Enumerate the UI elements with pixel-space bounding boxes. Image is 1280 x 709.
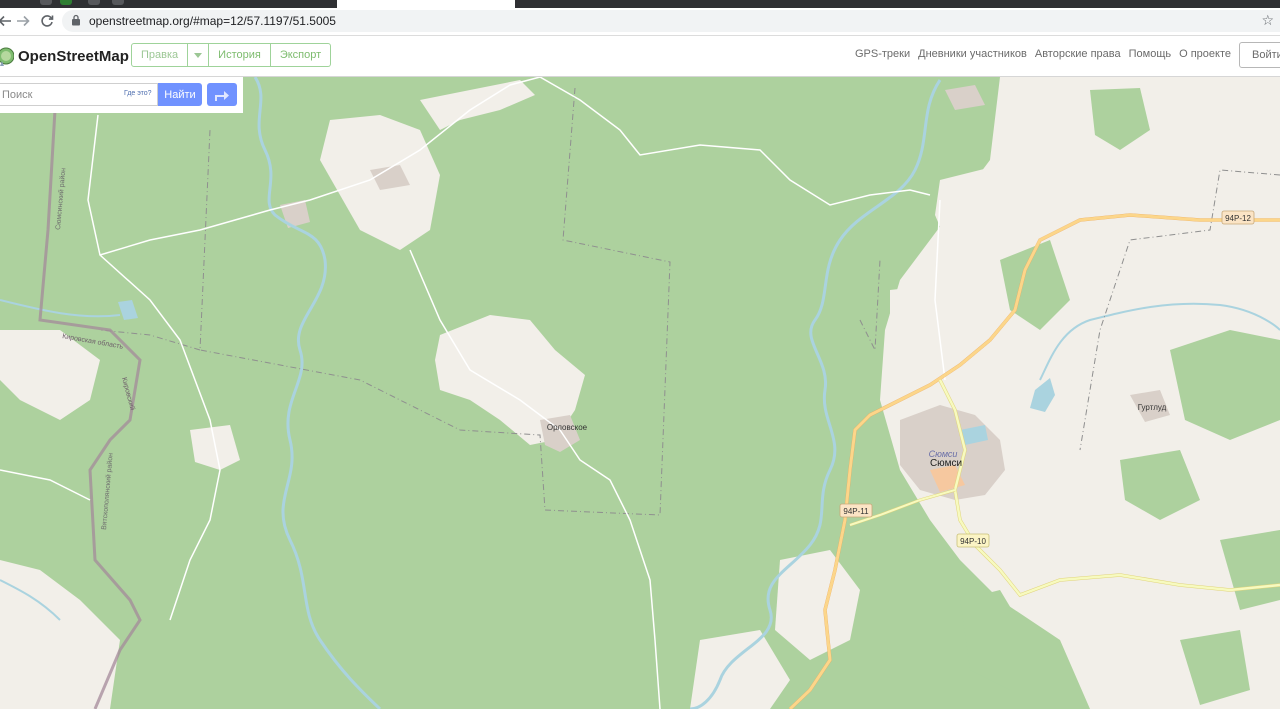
edit-button-group: Правка История Экспорт [131, 43, 332, 67]
url-text: openstreetmap.org/#map=12/57.1197/51.500… [89, 14, 336, 28]
edit-dropdown-button[interactable] [188, 43, 210, 67]
reload-button[interactable] [36, 11, 58, 31]
map-svg[interactable]: 94Р-12 94Р-11 94Р-10 Орловское Сюмси Сюм… [0, 77, 1280, 709]
svg-text:94Р-12: 94Р-12 [1225, 214, 1251, 223]
forward-arrow-icon [17, 15, 30, 27]
edit-button[interactable]: Правка [131, 43, 189, 67]
where-is-this-link[interactable]: Где это? [124, 90, 152, 97]
back-arrow-icon [0, 15, 11, 27]
browser-navbar: openstreetmap.org/#map=12/57.1197/51.500… [0, 8, 1280, 36]
tab-favicon[interactable] [88, 0, 100, 5]
history-button[interactable]: История [209, 43, 271, 67]
place-label-orlovskoye: Орловское [547, 423, 588, 432]
road-shield-r11: 94Р-11 [839, 503, 873, 518]
osm-logo[interactable]: OpenStreetMap [0, 44, 129, 68]
address-bar[interactable]: openstreetmap.org/#map=12/57.1197/51.500… [62, 10, 1280, 32]
nav-diaries[interactable]: Дневники участников [918, 48, 1027, 60]
directions-button[interactable] [207, 83, 237, 106]
place-label-gurtlud: Гуртлуд [1138, 403, 1167, 412]
bookmark-star-icon[interactable]: ☆ [1261, 12, 1274, 29]
svg-text:94Р-11: 94Р-11 [843, 507, 869, 516]
nav-help[interactable]: Помощь [1129, 48, 1172, 60]
caret-down-icon [194, 52, 203, 58]
tab-favicon[interactable] [60, 0, 72, 5]
search-submit-button[interactable]: Найти [158, 83, 202, 106]
login-button[interactable]: Войти [1239, 42, 1280, 68]
road-shield-r10: 94Р-10 [956, 533, 990, 548]
search-placeholder: Поиск [2, 88, 33, 101]
nav-copyright[interactable]: Авторские права [1035, 48, 1121, 60]
road-shield-r12: 94Р-12 [1221, 210, 1255, 225]
logo-text: OpenStreetMap [18, 47, 129, 65]
nav-about[interactable]: О проекте [1179, 48, 1231, 60]
search-panel: Поиск Где это? Найти [0, 77, 243, 113]
active-tab[interactable] [337, 0, 515, 8]
directions-icon [215, 90, 229, 101]
tab-favicon[interactable] [112, 0, 124, 5]
lock-icon [72, 14, 80, 26]
osm-logo-icon [0, 47, 14, 66]
browser-tabstrip [0, 0, 1280, 8]
export-button[interactable]: Экспорт [270, 43, 332, 67]
osm-header: OpenStreetMap Правка История Экспорт GPS… [0, 36, 1280, 77]
forward-button[interactable] [12, 11, 34, 31]
secondary-nav: GPS-треки Дневники участников Авторские … [855, 48, 1231, 60]
tab-favicon[interactable] [40, 0, 52, 5]
reload-icon [41, 15, 54, 27]
svg-text:94Р-10: 94Р-10 [960, 537, 986, 546]
map-canvas[interactable]: 94Р-12 94Р-11 94Р-10 Орловское Сюмси Сюм… [0, 77, 1280, 709]
nav-gps-traces[interactable]: GPS-треки [855, 48, 910, 60]
place-label-syumsi: Сюмси [930, 458, 962, 469]
